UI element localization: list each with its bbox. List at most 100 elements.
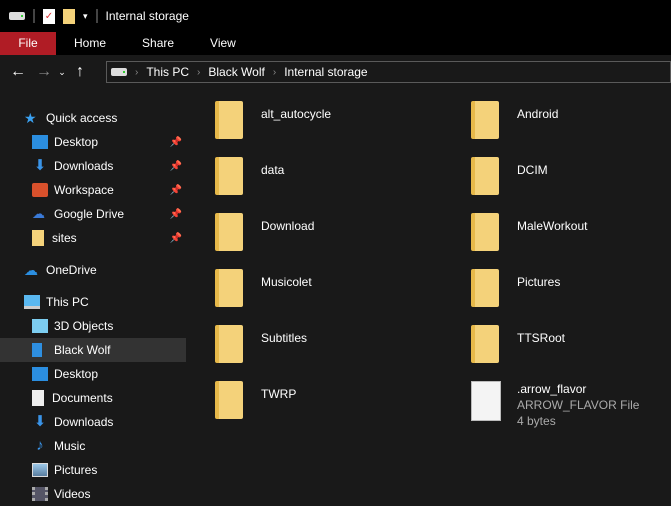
file-item[interactable]: .arrow_flavor ARROW_FLAVOR File 4 bytes: [471, 381, 671, 431]
nav-quick-access[interactable]: ★ Quick access: [24, 106, 184, 130]
folder-item[interactable]: TTSRoot: [471, 325, 671, 375]
file-icon: [471, 381, 501, 421]
nav-label: Music: [54, 439, 86, 453]
folder-icon: [215, 101, 243, 139]
tab-file[interactable]: File: [0, 32, 56, 55]
nav-label: Downloads: [54, 159, 114, 173]
chevron-right-icon[interactable]: ›: [135, 67, 138, 78]
folder-icon: [471, 269, 499, 307]
title-bar: ✓ ▾ Internal storage: [0, 0, 671, 32]
folder-item[interactable]: Android: [471, 101, 671, 151]
back-arrow-icon[interactable]: ←: [7, 63, 29, 81]
pictures-icon: [32, 463, 48, 477]
folder-name: data: [261, 163, 285, 177]
folder-name: Subtitles: [261, 331, 308, 345]
nav-downloads-pinned[interactable]: ⬇ Downloads 📌: [32, 154, 186, 178]
nav-label: This PC: [46, 295, 89, 309]
nav-label: Quick access: [46, 111, 118, 125]
window-title: Internal storage: [105, 9, 189, 23]
folder-item[interactable]: data: [215, 157, 455, 207]
folder-item[interactable]: Download: [215, 213, 455, 263]
properties-icon[interactable]: ✓: [43, 8, 55, 24]
folder-name: alt_autocycle: [261, 107, 332, 121]
nav-workspace-pinned[interactable]: Workspace 📌: [32, 178, 186, 202]
ribbon-tabs: File Home Share View: [0, 32, 671, 55]
folder-name: Pictures: [517, 275, 561, 289]
pin-icon[interactable]: 📌: [170, 185, 182, 196]
tab-share[interactable]: Share: [124, 32, 192, 55]
nav-documents[interactable]: Documents: [32, 386, 186, 410]
nav-label: Pictures: [54, 463, 98, 477]
chevron-right-icon[interactable]: ›: [273, 67, 276, 78]
cloud-icon: ☁: [32, 206, 45, 221]
nav-google-drive-pinned[interactable]: ☁ Google Drive 📌: [32, 202, 186, 226]
address-bar[interactable]: › This PC › Black Wolf › Internal storag…: [106, 61, 671, 83]
nav-pictures[interactable]: Pictures: [32, 458, 186, 482]
pin-icon[interactable]: 📌: [170, 137, 182, 148]
folder-name: Download: [261, 219, 315, 233]
nav-black-wolf[interactable]: Black Wolf: [0, 338, 186, 362]
folder-item[interactable]: Pictures: [471, 269, 671, 319]
pin-icon[interactable]: 📌: [170, 233, 182, 244]
chevron-right-icon[interactable]: ›: [197, 67, 200, 78]
file-name: .arrow_flavor: [517, 382, 587, 396]
folder-item[interactable]: alt_autocycle: [215, 101, 455, 151]
folder-item[interactable]: MaleWorkout: [471, 213, 671, 263]
nav-label: 3D Objects: [54, 319, 114, 333]
nav-label: Google Drive: [54, 207, 125, 221]
nav-label: Black Wolf: [54, 343, 111, 357]
folder-item[interactable]: Subtitles: [215, 325, 455, 375]
folder-icon: [215, 157, 243, 195]
folder-name: TWRP: [261, 387, 297, 401]
nav-label: Desktop: [54, 135, 99, 149]
download-icon: ⬇: [33, 157, 47, 174]
nav-desktop-pinned[interactable]: Desktop 📌: [32, 130, 186, 154]
breadcrumb-internal-storage[interactable]: Internal storage: [284, 65, 367, 79]
new-folder-icon[interactable]: [63, 8, 75, 24]
desktop-icon: [32, 135, 48, 149]
star-icon: ★: [24, 110, 37, 126]
folder-name: Musicolet: [261, 275, 312, 289]
nav-desktop[interactable]: Desktop: [32, 362, 186, 386]
phone-icon: [32, 343, 42, 357]
folder-name: DCIM: [517, 163, 548, 177]
onedrive-icon: ☁: [24, 262, 38, 278]
document-icon: [32, 390, 44, 406]
nav-label: Downloads: [54, 415, 114, 429]
nav-sites-pinned[interactable]: sites 📌: [32, 226, 186, 250]
folder-icon: [32, 230, 44, 246]
navigation-bar: ← → ⌄ ↑ › This PC › Black Wolf › Interna…: [0, 55, 671, 89]
folder-icon: [215, 269, 243, 307]
folder-icon: [215, 325, 243, 363]
folder-item[interactable]: TWRP: [215, 381, 455, 431]
folder-item[interactable]: DCIM: [471, 157, 671, 207]
folder-icon: [215, 381, 243, 419]
pin-icon[interactable]: 📌: [170, 161, 182, 172]
breadcrumb-this-pc[interactable]: This PC: [146, 65, 189, 79]
briefcase-icon: [32, 183, 48, 197]
download-icon: ⬇: [33, 413, 47, 430]
drive-icon: [9, 12, 25, 20]
tab-view[interactable]: View: [192, 32, 254, 55]
nav-onedrive[interactable]: ☁ OneDrive: [24, 258, 186, 282]
nav-3d-objects[interactable]: 3D Objects: [32, 314, 186, 338]
nav-music[interactable]: ♪ Music: [32, 434, 186, 458]
navigation-pane: ★ Quick access Desktop 📌 ⬇ Downloads 📌 Works…: [0, 100, 188, 506]
desktop-icon: [32, 367, 48, 381]
forward-arrow-icon[interactable]: →: [33, 63, 55, 81]
recent-locations-chevron-icon[interactable]: ⌄: [55, 67, 69, 78]
breadcrumb-black-wolf[interactable]: Black Wolf: [208, 65, 264, 79]
cube-icon: [32, 319, 48, 333]
nav-this-pc[interactable]: This PC: [24, 290, 186, 314]
nav-label: Workspace: [54, 183, 114, 197]
customize-toolbar-icon[interactable]: ▾: [83, 11, 88, 22]
folder-item[interactable]: Musicolet: [215, 269, 455, 319]
folder-name: TTSRoot: [517, 331, 566, 345]
tab-home[interactable]: Home: [56, 32, 124, 55]
nav-label: Documents: [52, 391, 113, 405]
nav-videos[interactable]: Videos: [32, 482, 186, 506]
nav-downloads[interactable]: ⬇ Downloads: [32, 410, 186, 434]
up-arrow-icon[interactable]: ↑: [69, 63, 91, 81]
drive-icon: [111, 68, 127, 76]
pin-icon[interactable]: 📌: [170, 209, 182, 220]
